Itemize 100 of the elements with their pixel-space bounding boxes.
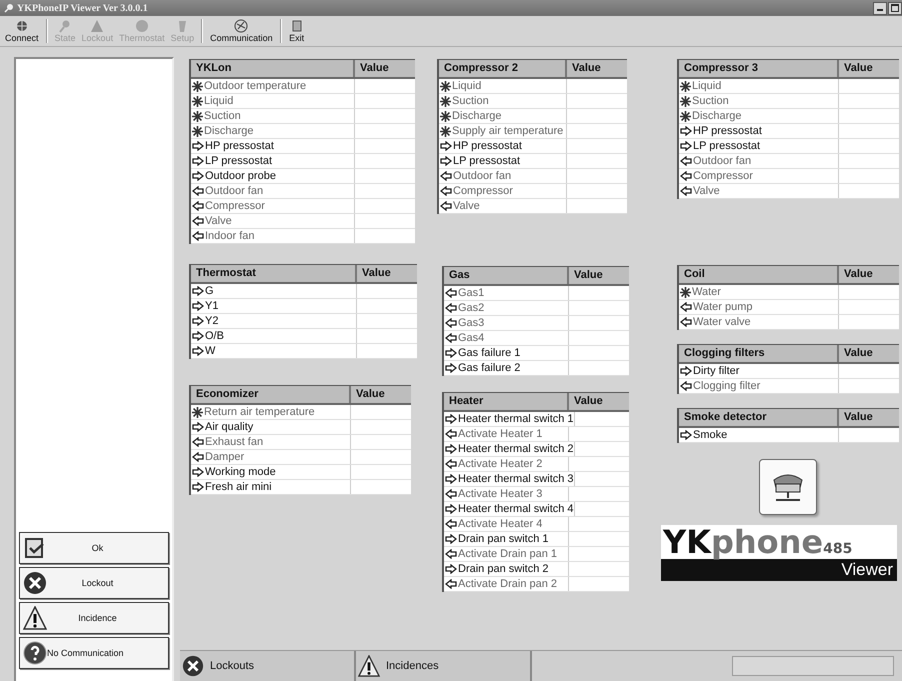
row-label: Gas4 <box>458 332 484 344</box>
row-label: Exhaust fan <box>205 436 264 448</box>
right-arrow-icon <box>192 286 204 296</box>
row-label: Gas1 <box>458 287 484 299</box>
column-header: Economizer <box>191 386 351 403</box>
row-label: Heater thermal switch 4 <box>458 503 574 515</box>
right-arrow-icon <box>680 430 692 440</box>
circle-icon <box>134 19 150 33</box>
right-arrow-icon <box>445 348 457 358</box>
row-label: Liquid <box>692 80 722 92</box>
left-arrow-icon <box>445 318 457 328</box>
maximize-button[interactable] <box>888 2 902 14</box>
left-arrow-icon <box>680 381 692 391</box>
row-label: Gas3 <box>458 317 484 329</box>
warning-icon <box>23 606 47 630</box>
snowflake-icon <box>680 80 691 92</box>
row-label: Water pump <box>693 301 753 313</box>
row-label: LP pressostat <box>693 140 760 152</box>
legend-label: No Communication <box>47 648 125 658</box>
left-arrow-icon <box>440 201 452 211</box>
column-header: Value <box>573 268 604 283</box>
row-label: Water <box>692 286 721 298</box>
row-label: Heater thermal switch 2 <box>458 443 574 455</box>
row-label: Drain pan switch 1 <box>458 533 548 545</box>
row-label: Damper <box>205 451 244 463</box>
row-label: Activate Drain pan 1 <box>458 548 558 560</box>
row-label: Activate Heater 1 <box>458 428 542 440</box>
right-arrow-icon <box>445 534 457 544</box>
row-label: Outdoor fan <box>693 155 752 167</box>
toolbar-button[interactable]: Connect <box>2 19 42 43</box>
status-tab[interactable]: Lockouts <box>180 651 356 681</box>
column-header: Value <box>843 61 874 76</box>
row-label: Discharge <box>692 110 742 122</box>
left-arrow-icon <box>445 459 457 469</box>
row-label: Suction <box>452 95 489 107</box>
row-label: Smoke <box>693 429 728 441</box>
left-arrow-icon <box>445 489 457 499</box>
left-arrow-icon <box>192 452 204 462</box>
status-tab[interactable]: Incidences <box>356 651 532 681</box>
snowflake-icon <box>440 126 451 136</box>
left-arrow-icon <box>445 288 457 298</box>
column-header: Coil <box>679 266 839 283</box>
snowflake-icon <box>192 96 203 106</box>
column-header: Thermostat <box>191 265 357 282</box>
legend-label: Ok <box>90 543 104 553</box>
triangle-icon <box>89 19 106 33</box>
right-arrow-icon <box>192 316 204 326</box>
row-label: Drain pan switch 2 <box>458 563 548 575</box>
right-arrow-icon <box>680 126 692 136</box>
row-label: Outdoor fan <box>453 170 512 182</box>
column-header: YKLon <box>191 60 355 77</box>
snowflake-icon <box>192 126 203 136</box>
right-arrow-icon <box>192 171 204 181</box>
row-label: Liquid <box>452 80 482 92</box>
row-label: Suction <box>692 95 729 107</box>
right-arrow-icon <box>445 474 457 484</box>
question-icon <box>23 641 47 665</box>
left-arrow-icon <box>440 186 452 196</box>
row-label: Valve <box>205 215 232 227</box>
left-arrow-icon <box>445 519 457 529</box>
phone-button[interactable] <box>759 459 817 515</box>
right-arrow-icon <box>440 156 452 166</box>
row-label: Gas failure 1 <box>458 347 520 359</box>
row-label: Return air temperature <box>204 406 315 418</box>
right-arrow-icon <box>445 504 457 514</box>
toolbar-button[interactable]: Exit <box>286 19 308 43</box>
row-label: Fresh air mini <box>205 481 272 493</box>
column-header: Compressor 2 <box>439 60 567 77</box>
minimize-button[interactable] <box>873 2 887 14</box>
status-label: Incidences <box>386 660 439 672</box>
column-header: Value <box>361 266 392 281</box>
right-arrow-icon <box>192 422 204 432</box>
left-arrow-icon <box>445 579 457 589</box>
column-header: Value <box>359 61 390 76</box>
row-label: Supply air temperature <box>452 125 564 137</box>
left-arrow-icon <box>440 171 452 181</box>
row-label: LP pressostat <box>453 155 520 167</box>
window-title: YKPhoneIP Viewer Ver 3.0.0.1 <box>17 2 148 14</box>
row-label: O/B <box>205 330 224 342</box>
left-arrow-icon <box>680 302 692 312</box>
pin-icon <box>4 3 14 13</box>
snowflake-icon <box>440 110 451 122</box>
row-label: LP pressostat <box>205 155 272 167</box>
right-arrow-icon <box>192 467 204 477</box>
toolbar-button[interactable]: Communication <box>207 19 276 43</box>
row-label: Valve <box>693 185 720 197</box>
right-arrow-icon <box>445 414 457 424</box>
left-arrow-icon <box>192 201 204 211</box>
column-header: Value <box>843 410 874 425</box>
snowflake-icon <box>192 110 203 122</box>
right-arrow-icon <box>192 346 204 356</box>
legend-label: Lockout <box>80 578 114 588</box>
left-arrow-icon <box>445 429 457 439</box>
left-arrow-icon <box>680 171 692 181</box>
row-label: Water valve <box>693 316 751 328</box>
x-circle-icon <box>23 571 47 595</box>
column-header: Smoke detector <box>679 409 839 426</box>
right-arrow-icon <box>445 564 457 574</box>
row-label: Discharge <box>452 110 502 122</box>
right-arrow-icon <box>192 482 204 492</box>
